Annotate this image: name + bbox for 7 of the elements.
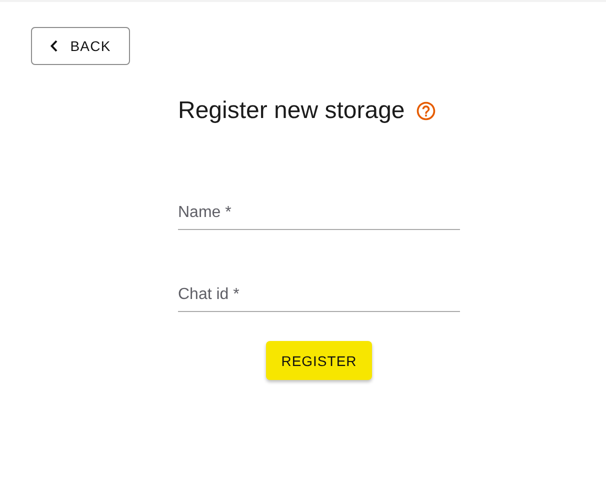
- register-button[interactable]: REGISTER: [266, 341, 372, 380]
- input-field[interactable]: Name *: [178, 198, 460, 230]
- back-button[interactable]: BACK: [31, 27, 130, 65]
- page-title: Register new storage: [178, 97, 405, 125]
- chevron-left-icon: [50, 40, 58, 52]
- help-icon[interactable]: [414, 100, 437, 122]
- input-field[interactable]: Chat id *: [178, 280, 460, 312]
